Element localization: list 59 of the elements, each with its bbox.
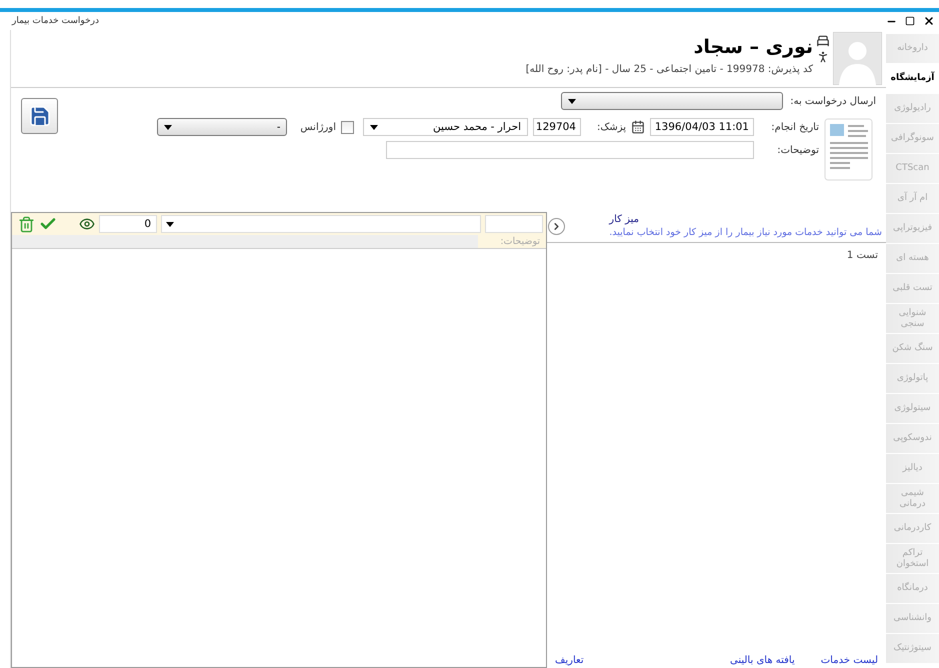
caret-icon xyxy=(166,222,174,226)
patient-details: کد پذیرش: 199978 - تامین اجتماعی - 25 سال - [نام پدر: روح الله] xyxy=(526,64,813,75)
sidebar-tab[interactable]: رادیولوژی xyxy=(886,94,939,123)
sidebar-tab[interactable]: CTScan xyxy=(886,154,939,183)
delete-icon[interactable] xyxy=(18,216,35,232)
sidebar-tab[interactable]: وانشناسی xyxy=(886,604,939,633)
send-to-select[interactable] xyxy=(561,92,783,110)
eye-icon[interactable] xyxy=(79,216,95,232)
sidebar-tab[interactable]: سنگ شکن xyxy=(886,334,939,363)
expand-button[interactable] xyxy=(548,218,565,235)
save-icon xyxy=(28,104,52,128)
emergency-label: اورژانس xyxy=(300,122,336,132)
send-to-label: ارسال درخواست به: xyxy=(789,96,876,106)
sidebar-tab[interactable]: سونوگرافی xyxy=(886,124,939,153)
date-field[interactable]: 1396/04/03 11:01 xyxy=(650,118,754,136)
sidebar-tab[interactable]: شیمی درمانی xyxy=(886,484,939,513)
notes-label: توضیحات: xyxy=(478,235,546,248)
extra-select[interactable]: - xyxy=(157,118,288,136)
doctor-select[interactable]: احرار - محمد حسین xyxy=(363,118,528,136)
date-label: تاریخ انجام: xyxy=(770,122,819,132)
sidebar-tab[interactable]: شنوایی سنجی xyxy=(886,304,939,333)
person-icon xyxy=(816,50,830,64)
workbench-title: میز کار xyxy=(609,214,639,225)
sidebar-tab[interactable]: کاردرمانی xyxy=(886,514,939,543)
sidebar-tab[interactable]: هسته ای xyxy=(886,244,939,273)
sidebar-tab[interactable]: تست قلبی xyxy=(886,274,939,303)
footer-link[interactable]: لیست خدمات xyxy=(820,654,878,666)
footer-link[interactable]: تعاریف xyxy=(555,654,584,666)
sidebar-tab[interactable]: سیتولوژی xyxy=(886,394,939,423)
bed-icon xyxy=(816,34,830,48)
caret-icon xyxy=(568,98,576,104)
sidebar-tab[interactable]: دیالیز xyxy=(886,454,939,483)
calendar-icon[interactable] xyxy=(631,120,645,134)
close-icon[interactable] xyxy=(923,15,935,27)
caret-icon xyxy=(370,124,378,130)
notes-field[interactable] xyxy=(386,141,754,159)
code-field[interactable] xyxy=(485,215,543,233)
quantity-field[interactable]: 0 xyxy=(99,215,157,233)
doctor-label: پزشک: xyxy=(596,122,626,132)
sidebar-tab[interactable]: ندوسکوپی xyxy=(886,424,939,453)
footer-link[interactable]: یافته های بالینی xyxy=(730,654,795,666)
notes-label: توضیحات: xyxy=(776,144,819,156)
workbench-item[interactable]: تست 1 xyxy=(846,250,878,261)
patient-name: نوری – سجاد xyxy=(694,36,813,58)
sidebar-tab[interactable]: داروخانه xyxy=(886,34,939,63)
emergency-checkbox[interactable] xyxy=(341,120,354,134)
save-button[interactable] xyxy=(21,98,58,134)
window-title: درخواست خدمات بیمار xyxy=(12,16,100,26)
workbench-hint: شما می توانید خدمات مورد نیاز بیمار را از میز کار خود انتخاب نمایید. xyxy=(609,227,882,238)
sidebar-tab[interactable]: درمانگاه xyxy=(886,574,939,603)
sidebar-tab[interactable]: ام آر آی xyxy=(886,184,939,213)
sidebar-tab[interactable]: پاتولوژی xyxy=(886,364,939,393)
sidebar-tab[interactable]: سیتوژنتیک xyxy=(886,634,939,663)
sidebar-tab[interactable]: تراکم استخوان xyxy=(886,544,939,573)
sidebar-tab[interactable]: فیزیوتراپی xyxy=(886,214,939,243)
maximize-icon[interactable] xyxy=(905,16,915,26)
caret-icon xyxy=(164,124,172,130)
document-icon xyxy=(824,118,874,182)
doctor-code-field[interactable]: 129704 xyxy=(533,118,581,136)
